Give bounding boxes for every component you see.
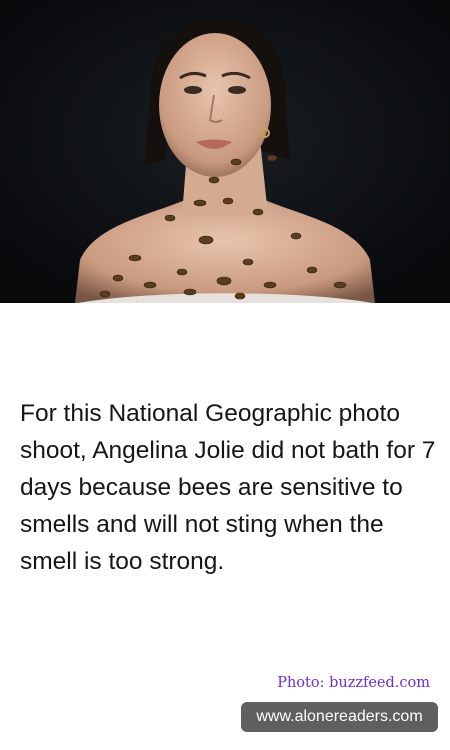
photo-credit: Photo: buzzfeed.com — [277, 675, 430, 691]
fact-text: For this National Geographic photo shoot… — [20, 400, 436, 575]
site-watermark: www.alonereaders.com — [241, 702, 438, 732]
portrait-illustration — [0, 0, 450, 303]
portrait-photo — [0, 0, 450, 303]
